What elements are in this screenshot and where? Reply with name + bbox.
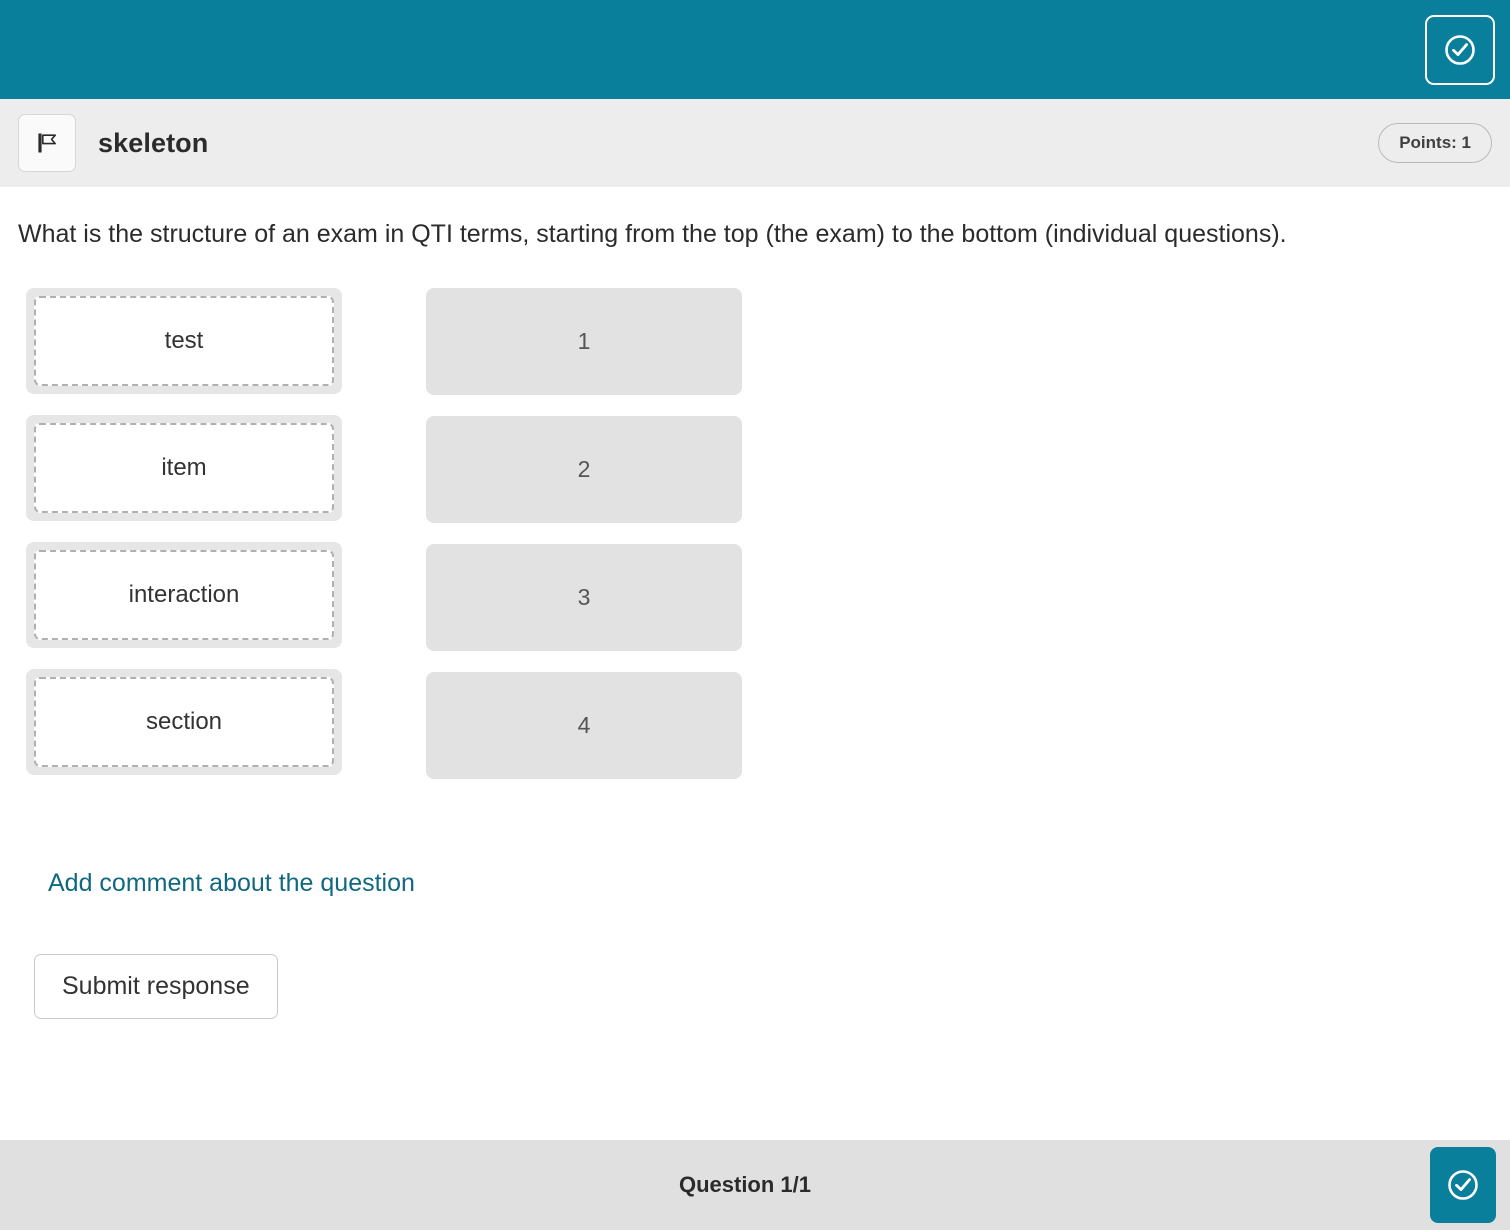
check-circle-icon	[1442, 32, 1478, 68]
order-interaction: test item interaction section 1 2 3 4	[16, 288, 1494, 780]
choice-item[interactable]: test	[26, 288, 342, 395]
choice-label: test	[34, 296, 334, 387]
drop-slot[interactable]: 2	[426, 416, 742, 524]
submit-response-button[interactable]: Submit response	[34, 954, 278, 1020]
choice-item[interactable]: section	[26, 669, 342, 776]
next-question-button[interactable]	[1430, 1147, 1496, 1223]
choice-label: item	[34, 423, 334, 514]
top-bar	[0, 0, 1510, 99]
flag-item-button[interactable]	[18, 114, 76, 172]
submit-area: Submit response	[34, 954, 1494, 1020]
points-badge: Points: 1	[1378, 123, 1492, 163]
drop-slot-label: 1	[577, 328, 591, 355]
add-comment-link[interactable]: Add comment about the question	[48, 869, 415, 898]
choice-item[interactable]: interaction	[26, 542, 342, 649]
drop-slot-label: 3	[577, 584, 591, 611]
item-header: skeleton Points: 1	[0, 99, 1510, 187]
drop-slot-list: 1 2 3 4	[426, 288, 742, 780]
choice-label: interaction	[34, 550, 334, 641]
question-progress: Question 1/1	[678, 1172, 812, 1197]
drop-slot[interactable]: 3	[426, 544, 742, 652]
question-prompt: What is the structure of an exam in QTI …	[18, 220, 1287, 248]
drop-slot-label: 2	[577, 456, 591, 483]
choice-label: section	[34, 677, 334, 768]
footer-bar: Question 1/1	[0, 1140, 1510, 1230]
drop-slot[interactable]: 1	[426, 288, 742, 396]
choice-item[interactable]: item	[26, 415, 342, 522]
question-body: What is the structure of an exam in QTI …	[0, 219, 1510, 1020]
end-test-button[interactable]	[1425, 15, 1495, 85]
choice-list: test item interaction section	[26, 288, 342, 776]
item-title: skeleton	[98, 127, 209, 158]
flag-icon	[32, 128, 62, 158]
drop-slot-label: 4	[577, 712, 591, 739]
check-circle-icon	[1445, 1167, 1481, 1203]
drop-slot[interactable]: 4	[426, 672, 742, 780]
